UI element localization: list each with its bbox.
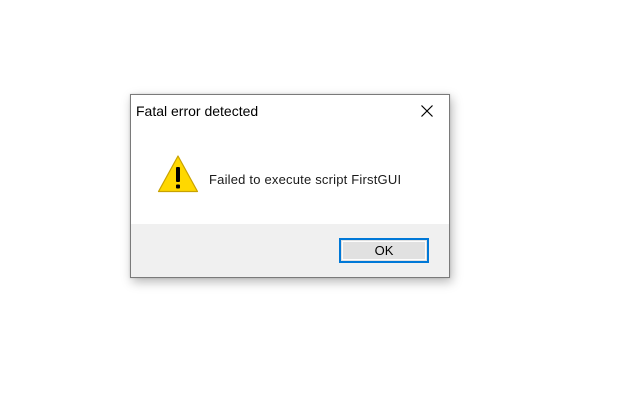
dialog-title: Fatal error detected — [136, 103, 259, 119]
close-button[interactable] — [405, 95, 449, 126]
dialog-footer: OK — [131, 224, 449, 277]
close-icon — [421, 104, 433, 117]
error-dialog: Fatal error detected Failed to execute s… — [130, 94, 450, 278]
title-bar[interactable]: Fatal error detected — [131, 95, 449, 126]
ok-button[interactable]: OK — [339, 238, 429, 263]
dialog-content: Failed to execute script FirstGUI — [131, 126, 449, 224]
warning-icon — [157, 155, 199, 193]
error-message: Failed to execute script FirstGUI — [209, 172, 402, 187]
